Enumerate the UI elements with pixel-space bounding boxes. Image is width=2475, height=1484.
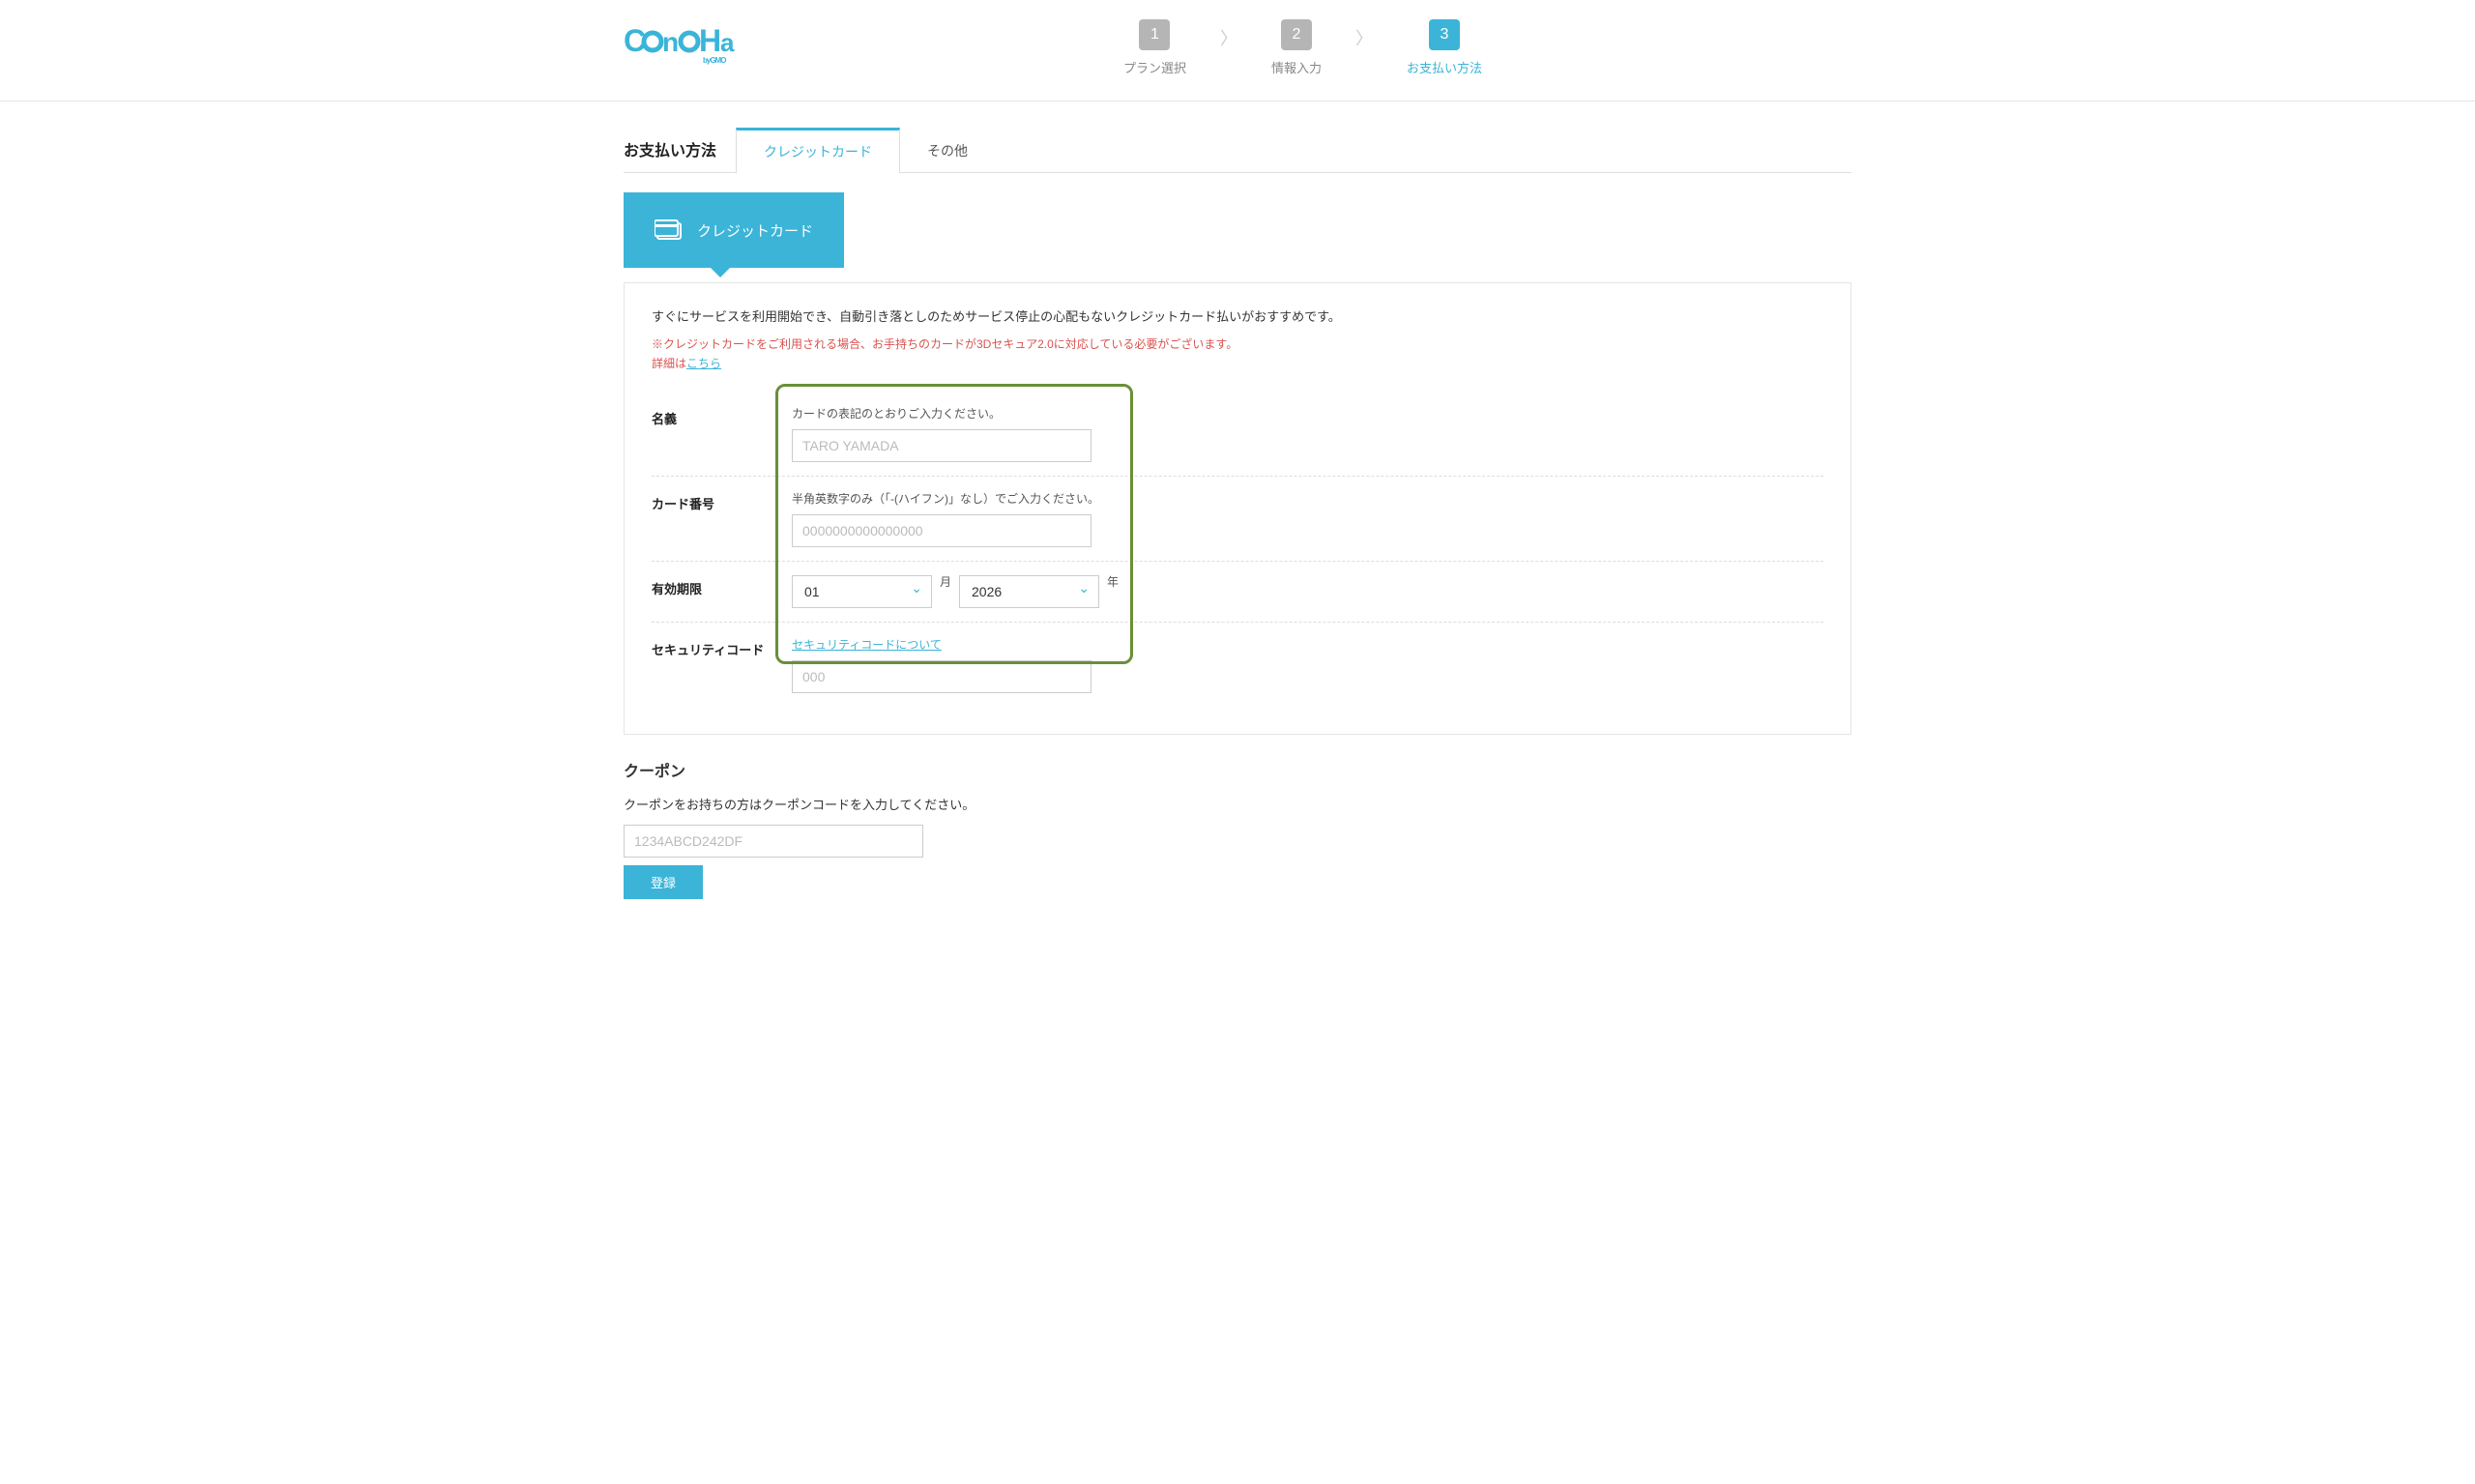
step-number: 2 <box>1281 19 1312 50</box>
coupon-code-input[interactable] <box>624 825 923 858</box>
warning-text: ※クレジットカードをご利用される場合、お手持ちのカードが3Dセキュア2.0に対応… <box>652 335 1823 374</box>
step-payment: 3 お支払い方法 <box>1407 19 1482 76</box>
hint-card-number: 半角英数字のみ（「-(ハイフン)」なし）でご入力ください。 <box>792 490 1823 507</box>
row-cvc: セキュリティコード セキュリティコードについて <box>652 623 1823 707</box>
credit-card-type-button[interactable]: クレジットカード <box>624 192 844 268</box>
cardholder-name-input[interactable] <box>792 429 1092 462</box>
card-number-input[interactable] <box>792 514 1092 547</box>
svg-text:n: n <box>662 27 678 57</box>
tab-credit-card[interactable]: クレジットカード <box>736 128 900 173</box>
chevron-right-icon: 〉 <box>1220 25 1238 50</box>
expiry-year-select[interactable]: 2026 <box>959 575 1099 608</box>
section-title: お支払い方法 <box>624 126 736 172</box>
step-plan: 1 プラン選択 <box>1123 19 1186 76</box>
step-number: 3 <box>1429 19 1460 50</box>
row-cardholder-name: 名義 カードの表記のとおりご入力ください。 <box>652 392 1823 477</box>
label-cardholder-name: 名義 <box>652 405 792 427</box>
label-expiry: 有効期限 <box>652 575 792 597</box>
svg-text:a: a <box>720 28 735 57</box>
cvc-info-link[interactable]: セキュリティコードについて <box>792 636 942 653</box>
expiry-month-select[interactable]: 01 <box>792 575 932 608</box>
step-info: 2 情報入力 <box>1271 19 1322 76</box>
step-number: 1 <box>1139 19 1170 50</box>
coupon-desc: クーポンをお持ちの方はクーポンコードを入力してください。 <box>624 795 1851 813</box>
svg-text:byGMO: byGMO <box>703 56 726 65</box>
hint-cardholder-name: カードの表記のとおりご入力ください。 <box>792 405 1823 422</box>
row-card-number: カード番号 半角英数字のみ（「-(ハイフン)」なし）でご入力ください。 <box>652 477 1823 562</box>
coupon-register-button[interactable]: 登録 <box>624 865 703 899</box>
coupon-title: クーポン <box>624 758 1851 781</box>
label-cvc: セキュリティコード <box>652 636 792 658</box>
credit-card-type-label: クレジットカード <box>697 220 813 241</box>
warning-link[interactable]: こちら <box>686 357 721 370</box>
svg-text:H: H <box>699 23 720 58</box>
label-card-number: カード番号 <box>652 490 792 512</box>
step-label: プラン選択 <box>1123 58 1186 76</box>
tab-other[interactable]: その他 <box>900 127 995 172</box>
month-unit: 月 <box>940 573 951 590</box>
step-label: 情報入力 <box>1271 58 1322 76</box>
logo[interactable]: C n H a byGMO <box>624 22 754 74</box>
credit-card-form-panel: すぐにサービスを利用開始でき、自動引き落としのためサービス停止の心配もないクレジ… <box>624 282 1851 735</box>
header: C n H a byGMO 1 プラン選択 〉 2 情報入力 〉 3 お支払 <box>0 0 2475 102</box>
chevron-right-icon: 〉 <box>1355 25 1373 50</box>
cvc-input[interactable] <box>792 660 1092 693</box>
year-unit: 年 <box>1107 573 1119 590</box>
step-label: お支払い方法 <box>1407 58 1482 76</box>
payment-tabs: お支払い方法 クレジットカード その他 <box>624 126 1851 173</box>
row-expiry: 有効期限 01 月 2026 <box>652 562 1823 623</box>
credit-card-icon <box>655 219 684 241</box>
progress-steps: 1 プラン選択 〉 2 情報入力 〉 3 お支払い方法 <box>754 19 1851 76</box>
coupon-section: クーポン クーポンをお持ちの方はクーポンコードを入力してください。 登録 <box>624 758 1851 899</box>
intro-text: すぐにサービスを利用開始でき、自動引き落としのためサービス停止の心配もないクレジ… <box>652 306 1823 325</box>
